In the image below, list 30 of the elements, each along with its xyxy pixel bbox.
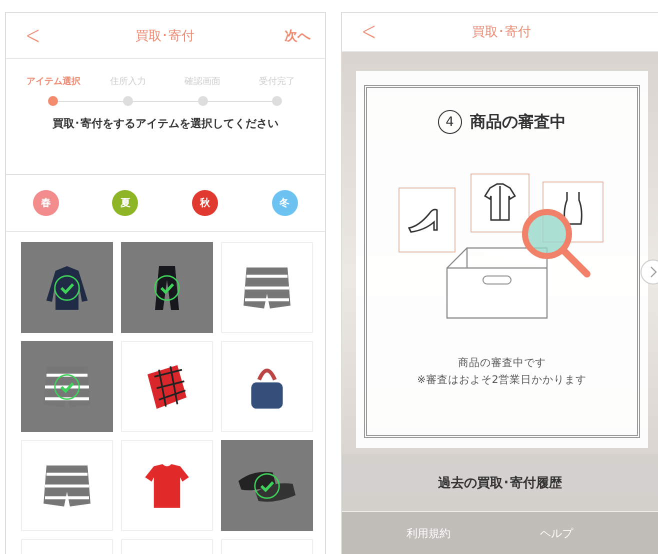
status-note: ※審査はおよそ2営業日かかります bbox=[417, 373, 586, 387]
item-photo bbox=[42, 464, 92, 508]
history-button[interactable]: 過去の買取･寄付履歴 bbox=[342, 454, 658, 512]
item-photo bbox=[242, 266, 292, 310]
item-photo bbox=[144, 462, 190, 508]
instruction-text: 買取･寄付をするアイテムを選択してください bbox=[51, 116, 280, 131]
item-tile[interactable] bbox=[21, 242, 113, 333]
item-tile[interactable] bbox=[221, 440, 313, 531]
footer-link[interactable]: ヘルプ bbox=[540, 526, 574, 540]
screen-title: 買取･寄付 bbox=[472, 24, 532, 41]
item-tile[interactable] bbox=[21, 341, 113, 432]
checkmark-icon bbox=[53, 274, 81, 302]
back-button[interactable]: < bbox=[22, 22, 44, 48]
checkmark-icon bbox=[253, 472, 281, 500]
status-message: 商品の審査中です bbox=[458, 356, 546, 370]
step-number: 4 bbox=[438, 110, 462, 134]
next-button[interactable]: 次へ bbox=[282, 26, 312, 44]
item-photo bbox=[44, 264, 90, 310]
back-button[interactable]: < bbox=[358, 19, 379, 45]
screen-title: 買取･寄付 bbox=[136, 28, 195, 44]
season-button[interactable]: 夏 bbox=[112, 190, 138, 216]
item-tile[interactable] bbox=[121, 242, 213, 333]
step-label: アイテム選択 bbox=[25, 76, 82, 88]
season-button[interactable]: 冬 bbox=[272, 190, 298, 216]
footer-link[interactable]: 利用規約 bbox=[406, 526, 450, 540]
season-button[interactable]: 春 bbox=[32, 190, 59, 216]
status-title: 商品の審査中 bbox=[470, 112, 566, 132]
checkmark-icon bbox=[53, 373, 81, 401]
season-button[interactable]: 秋 bbox=[192, 190, 218, 216]
checkmark-icon bbox=[153, 274, 181, 302]
